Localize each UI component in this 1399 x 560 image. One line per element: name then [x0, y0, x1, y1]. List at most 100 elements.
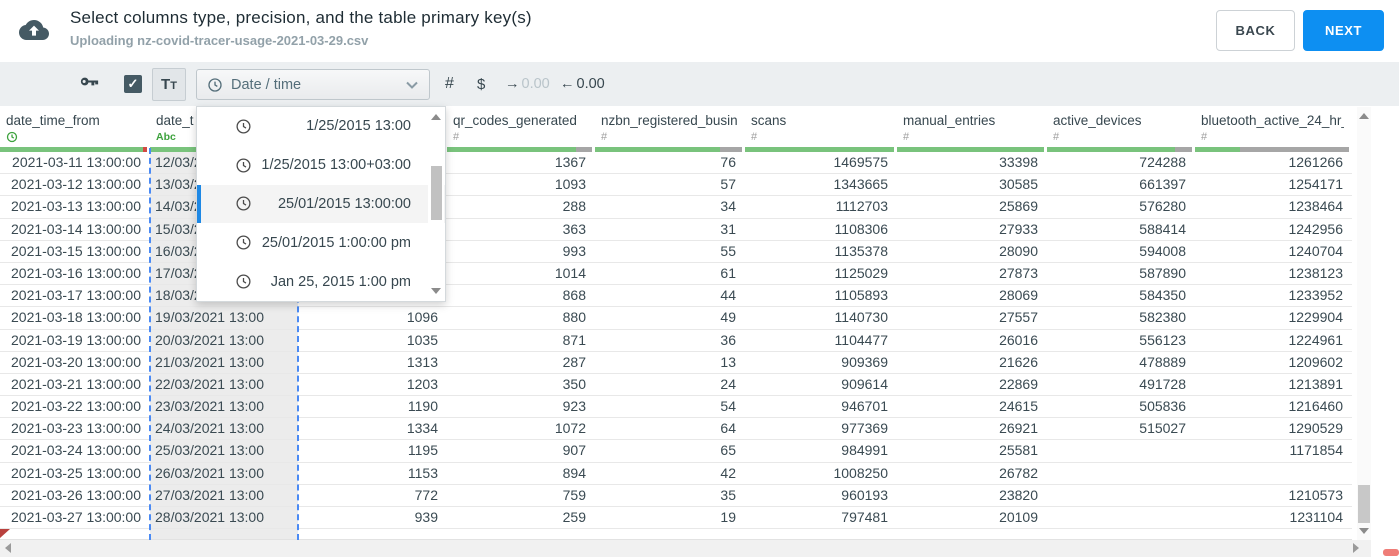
table-cell[interactable]: 23/03/2021 13:00 [150, 396, 298, 417]
column-header-date_time_from[interactable]: date_time_from [0, 106, 150, 152]
table-cell[interactable]: 1140730 [745, 307, 897, 328]
table-cell[interactable]: 61 [595, 263, 745, 284]
table-cell[interactable]: 26921 [897, 418, 1047, 439]
table-cell[interactable]: 27/03/2021 13:00 [150, 485, 298, 506]
date-format-option[interactable]: Jan 25, 2015 1:00 pm [197, 262, 445, 301]
next-button[interactable]: NEXT [1303, 10, 1384, 51]
table-cell[interactable]: 2021-03-12 13:00:00 [0, 174, 150, 195]
column-header-bluetooth_active_24_hr_[interactable]: bluetooth_active_24_hr_ # [1195, 106, 1352, 152]
table-cell[interactable]: 1035 [298, 330, 447, 351]
table-cell[interactable]: 582380 [1047, 307, 1195, 328]
scroll-up-button[interactable] [431, 114, 441, 120]
table-cell[interactable]: 36 [595, 330, 745, 351]
table-cell[interactable]: 350 [447, 374, 595, 395]
table-cell[interactable]: 2021-03-23 13:00:00 [0, 418, 150, 439]
table-cell[interactable]: 2021-03-25 13:00:00 [0, 463, 150, 484]
table-cell[interactable]: 894 [447, 463, 595, 484]
table-cell[interactable] [1047, 440, 1195, 461]
table-cell[interactable]: 1224961 [1195, 330, 1352, 351]
table-cell[interactable]: 23820 [897, 485, 1047, 506]
table-cell[interactable]: 28069 [897, 285, 1047, 306]
table-cell[interactable]: 797481 [745, 507, 897, 528]
table-cell[interactable]: 939 [298, 507, 447, 528]
table-cell[interactable]: 556123 [1047, 330, 1195, 351]
table-cell[interactable]: 576280 [1047, 196, 1195, 217]
decimal-increase-button[interactable]: ← 0.00 [560, 62, 605, 106]
table-cell[interactable]: 30585 [897, 174, 1047, 195]
table-cell[interactable]: 759 [447, 485, 595, 506]
table-cell[interactable]: 587890 [1047, 263, 1195, 284]
table-cell[interactable]: 2021-03-27 13:00:00 [0, 507, 150, 528]
table-cell[interactable]: 1231104 [1195, 507, 1352, 528]
table-cell[interactable]: 25/03/2021 13:00 [150, 440, 298, 461]
table-cell[interactable]: 1216460 [1195, 396, 1352, 417]
table-cell[interactable]: 363 [447, 219, 595, 240]
table-cell[interactable]: 27557 [897, 307, 1047, 328]
table-cell[interactable]: 946701 [745, 396, 897, 417]
table-cell[interactable]: 2021-03-16 13:00:00 [0, 263, 150, 284]
table-cell[interactable]: 772 [298, 485, 447, 506]
column-header-manual_entries[interactable]: manual_entries # [897, 106, 1047, 152]
table-cell[interactable]: 1261266 [1195, 152, 1352, 173]
primary-key-button[interactable] [78, 62, 101, 106]
table-cell[interactable]: 13 [595, 352, 745, 373]
table-cell[interactable]: 2021-03-17 13:00:00 [0, 285, 150, 306]
scroll-down-button[interactable] [1359, 528, 1369, 534]
table-cell[interactable]: 1072 [447, 418, 595, 439]
table-cell[interactable]: 2021-03-26 13:00:00 [0, 485, 150, 506]
table-cell[interactable]: 880 [447, 307, 595, 328]
scroll-down-button[interactable] [431, 288, 441, 294]
table-cell[interactable]: 76 [595, 152, 745, 173]
horizontal-scrollbar[interactable] [0, 540, 1371, 557]
table-cell[interactable]: 20109 [897, 507, 1047, 528]
table-cell[interactable]: 1190 [298, 396, 447, 417]
table-cell[interactable]: 1210573 [1195, 485, 1352, 506]
table-cell[interactable]: 2021-03-13 13:00:00 [0, 196, 150, 217]
date-format-option[interactable]: 25/01/2015 13:00:00 [197, 184, 445, 224]
table-cell[interactable]: 1108306 [745, 219, 897, 240]
table-cell[interactable] [1047, 463, 1195, 484]
table-cell[interactable]: 22/03/2021 13:00 [150, 374, 298, 395]
table-cell[interactable]: 24/03/2021 13:00 [150, 418, 298, 439]
table-cell[interactable]: 594008 [1047, 241, 1195, 262]
table-cell[interactable]: 57 [595, 174, 745, 195]
currency-type-button[interactable]: $ [477, 62, 485, 106]
table-cell[interactable]: 22869 [897, 374, 1047, 395]
table-cell[interactable]: 1313 [298, 352, 447, 373]
table-cell[interactable]: 33398 [897, 152, 1047, 173]
table-cell[interactable]: 1240704 [1195, 241, 1352, 262]
vertical-scrollbar[interactable] [1357, 107, 1371, 540]
table-cell[interactable]: 2021-03-24 13:00:00 [0, 440, 150, 461]
table-cell[interactable]: 1229904 [1195, 307, 1352, 328]
table-cell[interactable]: 1367 [447, 152, 595, 173]
scroll-right-button[interactable] [1353, 543, 1359, 553]
table-cell[interactable]: 1104477 [745, 330, 897, 351]
table-cell[interactable]: 35 [595, 485, 745, 506]
column-header-qr_codes_generated[interactable]: qr_codes_generated # [447, 106, 595, 152]
scroll-up-button[interactable] [1359, 113, 1369, 119]
table-cell[interactable]: 28090 [897, 241, 1047, 262]
table-cell[interactable]: 42 [595, 463, 745, 484]
table-cell[interactable]: 21/03/2021 13:00 [150, 352, 298, 373]
table-cell[interactable]: 25869 [897, 196, 1047, 217]
table-cell[interactable]: 584350 [1047, 285, 1195, 306]
table-cell[interactable]: 26782 [897, 463, 1047, 484]
table-cell[interactable]: 26/03/2021 13:00 [150, 463, 298, 484]
table-cell[interactable]: 2021-03-21 13:00:00 [0, 374, 150, 395]
table-cell[interactable]: 588414 [1047, 219, 1195, 240]
table-cell[interactable]: 1171854 [1195, 440, 1352, 461]
table-cell[interactable]: 24615 [897, 396, 1047, 417]
table-cell[interactable]: 505836 [1047, 396, 1195, 417]
table-cell[interactable]: 1195 [298, 440, 447, 461]
table-cell[interactable]: 1203 [298, 374, 447, 395]
column-header-nzbn_registered_busine[interactable]: nzbn_registered_busine # [595, 106, 745, 152]
table-cell[interactable]: 909614 [745, 374, 897, 395]
table-cell[interactable]: 993 [447, 241, 595, 262]
table-cell[interactable]: 25581 [897, 440, 1047, 461]
table-cell[interactable]: 1238123 [1195, 263, 1352, 284]
table-cell[interactable]: 868 [447, 285, 595, 306]
scrollbar-thumb[interactable] [1358, 485, 1370, 523]
table-cell[interactable]: 1093 [447, 174, 595, 195]
table-cell[interactable]: 1213891 [1195, 374, 1352, 395]
table-cell[interactable]: 19/03/2021 13:00 [150, 307, 298, 328]
